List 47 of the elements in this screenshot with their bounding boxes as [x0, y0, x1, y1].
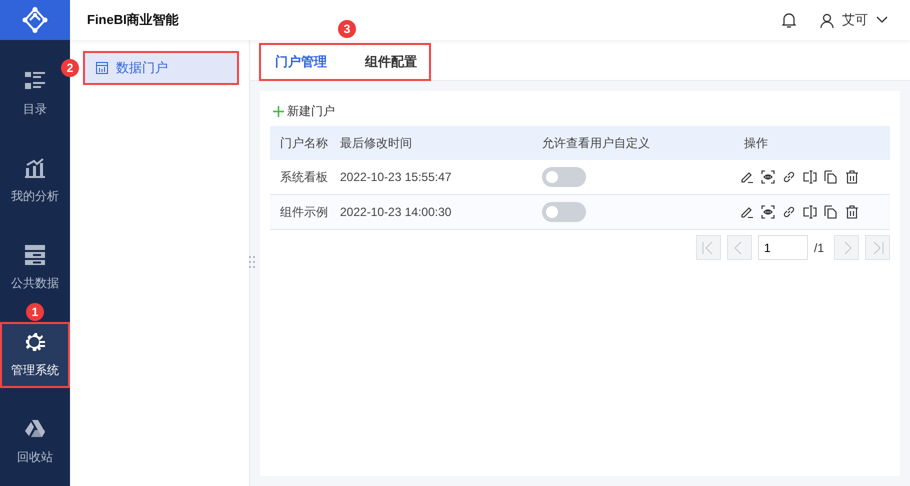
callout-badge: 1 [26, 303, 44, 321]
copy-icon[interactable] [824, 205, 838, 219]
list-icon [25, 70, 45, 90]
table-cell: 2022-10-23 14:00:30 [339, 194, 541, 230]
eye-icon[interactable] [761, 170, 775, 184]
column-header: 门户名称 [270, 126, 339, 160]
toggle-switch[interactable] [542, 167, 586, 187]
column-header: 最后修改时间 [339, 126, 541, 160]
pencil-icon[interactable] [740, 170, 754, 184]
rename-icon[interactable] [803, 170, 817, 184]
gear-icon [25, 332, 45, 352]
plus-icon [273, 106, 284, 116]
sidebar-item[interactable]: 我的分析 [0, 148, 70, 214]
sidebar-item[interactable]: 回收站 [0, 409, 70, 475]
chart-icon [25, 158, 45, 178]
eye-icon[interactable] [761, 205, 775, 219]
delete-icon[interactable] [845, 170, 859, 184]
bell-icon[interactable] [782, 12, 796, 28]
nav-item[interactable]: 数据门户 [83, 51, 239, 85]
first-page-icon [701, 240, 716, 254]
link-icon[interactable] [782, 170, 796, 184]
tab[interactable]: 组件配置 [365, 53, 417, 71]
rename-icon[interactable] [803, 205, 817, 219]
user-name[interactable]: 艾可 [842, 11, 868, 29]
sidebar-item[interactable]: 公共数据 [0, 235, 70, 301]
chevron-down-icon[interactable] [876, 16, 888, 24]
callout-badge: 3 [338, 20, 356, 38]
dashboard-icon [96, 62, 108, 74]
callout-badge: 2 [61, 59, 79, 77]
user-icon [820, 12, 834, 28]
database-icon [25, 244, 45, 264]
page-input[interactable]: 1 [758, 235, 808, 260]
new-portal-button[interactable]: 新建门户 [270, 99, 335, 119]
triangle-icon [25, 418, 45, 438]
pencil-icon[interactable] [740, 205, 754, 219]
column-header: 允许查看用户自定义 [541, 126, 743, 160]
column-header: 操作 [743, 126, 890, 160]
resize-handle-icon[interactable] [249, 256, 255, 268]
table-cell: 组件示例 [270, 194, 339, 230]
logo-icon [22, 7, 48, 33]
copy-icon[interactable] [824, 170, 838, 184]
delete-icon[interactable] [845, 205, 859, 219]
page-total: /1 [814, 240, 824, 254]
tab[interactable]: 门户管理 [275, 53, 327, 71]
link-icon[interactable] [782, 205, 796, 219]
last-page-icon [870, 240, 884, 254]
toggle-switch[interactable] [542, 202, 586, 222]
